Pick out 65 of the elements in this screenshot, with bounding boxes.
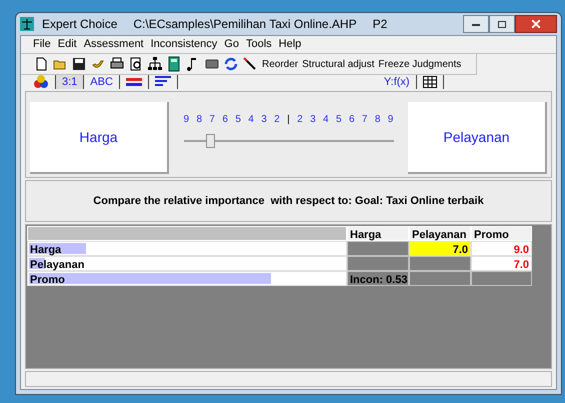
menu-item[interactable]: Go [224,36,239,53]
bars-icon [126,77,142,87]
scale-number: | [287,113,290,127]
scale-number: 5 [235,113,241,127]
judgment-cell[interactable]: 7.0 [471,256,532,271]
scale-number: 7 [209,113,215,127]
scale-number: 4 [323,113,329,127]
menu-item[interactable]: Inconsistency [150,36,218,53]
column-header: Pelayanan [409,226,471,241]
refresh-icon[interactable] [223,56,239,72]
inconsistency-cell: Incon: 0.53 [347,271,409,286]
scale-number: 5 [336,113,342,127]
scale-number: 2 [297,113,303,127]
scale-number: 9 [388,113,394,127]
menu-item[interactable]: Edit [58,36,77,53]
row-header[interactable]: Pelayanan [27,256,347,271]
shapes-icon [33,75,49,89]
file-path: C:\ECsamples\Pemilihan Taxi Online.AHP [133,16,357,33]
toolbar-button[interactable]: Reorder [262,56,298,72]
minimize-icon [472,22,480,26]
scale-number: 6 [348,113,354,127]
menu-item[interactable]: Assessment [84,36,144,53]
node-label: P2 [372,16,388,33]
toolbar-button[interactable]: Structural adjust [302,56,374,72]
view-tab[interactable]: 3:1 [56,75,84,89]
view-tab[interactable]: ABC [84,75,120,89]
calculator-icon[interactable] [166,56,182,72]
maximize-button[interactable] [489,15,515,33]
tree-icon[interactable] [147,56,163,72]
app-name: Expert Choice [42,16,118,33]
close-button[interactable] [515,15,557,33]
left-element-card[interactable]: Harga [30,102,169,174]
row-label: Harga [30,244,62,256]
menu-item[interactable]: Help [278,36,302,53]
row-label: Pelayanan [30,259,84,271]
scale-number: 8 [374,113,380,127]
table-icon [422,76,437,88]
comparison-prompt: Compare the relative importance with respect to: Goal: Taxi Online terbaik [93,194,484,209]
row-label: Promo [30,274,65,286]
save-icon[interactable] [71,56,87,72]
wand-icon[interactable] [242,56,258,72]
bar-lines-icon [154,76,171,88]
close-icon [532,20,540,28]
scale-number: 7 [362,113,368,127]
toolbar-button[interactable]: Freeze Judgments [378,56,462,72]
scale-number: 2 [274,113,280,127]
scale-number: 6 [222,113,228,127]
scale-number: 3 [261,113,267,127]
row-header[interactable]: Promo [27,271,347,286]
scale-number: 8 [196,113,202,127]
column-header: Promo [471,226,532,241]
slider-thumb[interactable] [206,134,215,148]
column-header: Harga [347,226,409,241]
minimize-button[interactable] [463,15,489,33]
maximize-icon [498,20,506,28]
scale-number: 3 [310,113,316,127]
row-header[interactable]: Harga [27,241,347,256]
menu-item[interactable]: File [33,36,51,53]
view-tab[interactable]: Y:f(x) [378,75,417,89]
judgment-cell[interactable]: 7.0 [409,241,471,256]
scale-number: 9 [184,113,190,127]
menu-item[interactable]: Tools [246,36,272,53]
scale-number: 4 [248,113,254,127]
right-element-card[interactable]: Pelayanan [408,102,547,174]
judgment-cell[interactable]: 9.0 [471,241,532,256]
